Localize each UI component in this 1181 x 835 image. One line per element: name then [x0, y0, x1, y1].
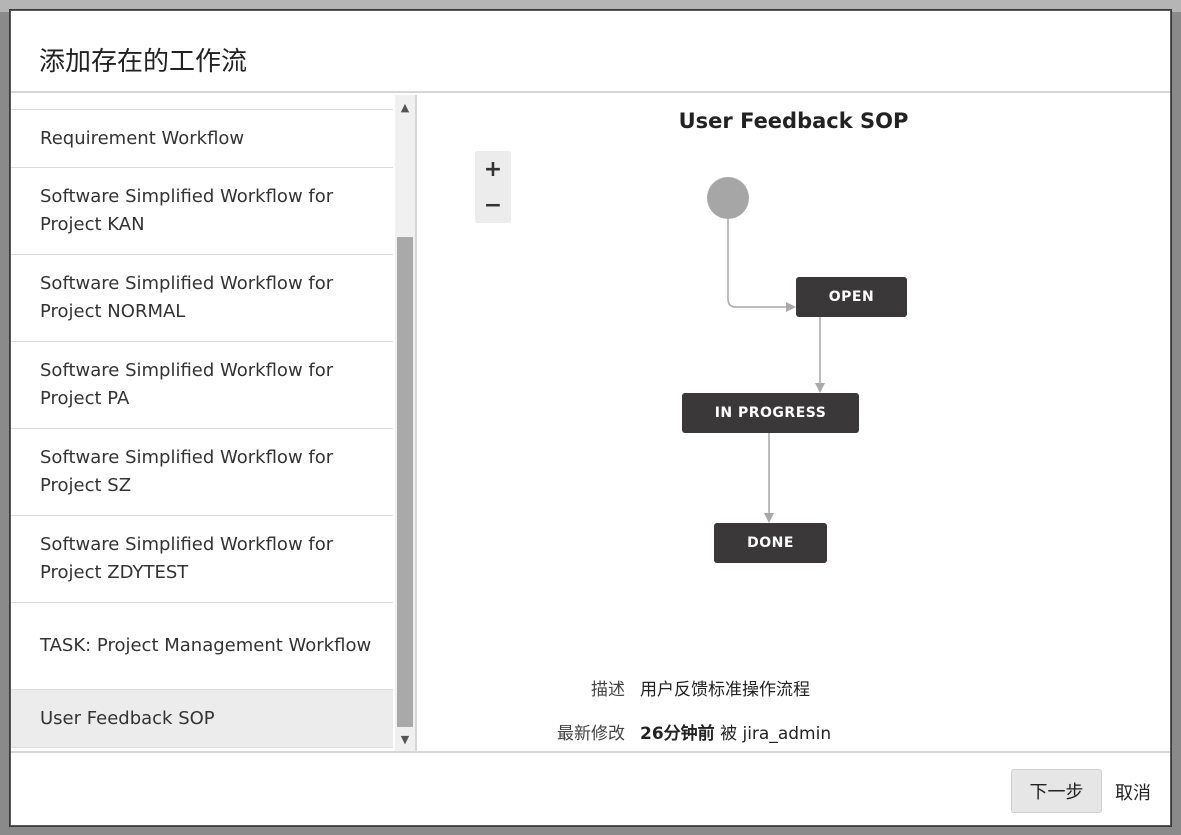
description-value: 用户反馈标准操作流程	[640, 680, 810, 700]
workflow-list-item-selected[interactable]: User Feedback SOP	[11, 690, 393, 748]
list-item-partial[interactable]	[11, 95, 393, 110]
status-done: DONE	[714, 523, 827, 563]
workflow-list-item-label: Software Simplified Workflow for Project…	[40, 360, 334, 409]
description-row: 描述 用户反馈标准操作流程	[417, 675, 1170, 701]
workflow-list-item-label: Requirement Workflow	[40, 127, 245, 149]
initial-node	[707, 177, 749, 219]
scroll-down-icon[interactable]: ▼	[395, 729, 415, 749]
add-existing-workflow-dialog: 添加存在的工作流 Requirement Workflow Software S…	[10, 10, 1171, 826]
list-scrollbar[interactable]: ▲ ▼	[395, 95, 415, 751]
modified-by-user: jira_admin	[742, 724, 832, 744]
workflow-list-item-label: User Feedback SOP	[40, 707, 215, 729]
workflow-list-item-label: Software Simplified Workflow for Project…	[40, 447, 334, 496]
transition-initial-to-open	[727, 219, 796, 312]
workflow-list-item[interactable]: Software Simplified Workflow for Project…	[11, 168, 393, 255]
workflow-list-item[interactable]: Software Simplified Workflow for Project…	[11, 516, 393, 603]
workflow-list-item[interactable]: Software Simplified Workflow for Project…	[11, 342, 393, 429]
scrollbar-thumb[interactable]	[397, 237, 413, 727]
description-label: 描述	[591, 680, 625, 700]
workflow-list-item[interactable]: Software Simplified Workflow for Project…	[11, 255, 393, 342]
dialog-title: 添加存在的工作流	[39, 47, 248, 77]
last-modified-value: 26分钟前 被 jira_admin	[640, 719, 831, 744]
modified-by-word: 被	[720, 724, 738, 744]
workflow-list-item-label: Software Simplified Workflow for Project…	[40, 273, 334, 322]
scroll-up-icon[interactable]: ▲	[395, 97, 415, 117]
next-button[interactable]: 下一步	[1011, 769, 1102, 813]
workflow-list-item[interactable]: Software Simplified Workflow for Project…	[11, 429, 393, 516]
workflow-list-item-label: TASK: Project Management Workflow	[40, 635, 372, 656]
last-modified-row: 最新修改 26分钟前 被 jira_admin	[417, 719, 1170, 745]
status-in-progress: IN PROGRESS	[682, 393, 859, 433]
workflow-list-panel: Requirement Workflow Software Simplified…	[11, 95, 417, 751]
last-modified-label: 最新修改	[557, 724, 625, 744]
workflow-list: Requirement Workflow Software Simplified…	[11, 95, 393, 748]
last-modified-time: 26分钟前	[640, 724, 715, 744]
workflow-list-item-label: Software Simplified Workflow for Project…	[40, 186, 334, 235]
cancel-link[interactable]: 取消	[1115, 779, 1151, 805]
workflow-list-item-label: Software Simplified Workflow for Project…	[40, 534, 334, 583]
status-open: OPEN	[796, 277, 907, 317]
workflow-preview-panel: User Feedback SOP + − OPEN IN PROGRESS D…	[417, 95, 1170, 751]
workflow-list-item[interactable]: Requirement Workflow	[11, 110, 393, 168]
workflow-list-item[interactable]: TASK: Project Management Workflow	[11, 603, 393, 690]
dialog-footer: 下一步 取消	[11, 751, 1170, 827]
dialog-header: 添加存在的工作流	[11, 11, 1170, 93]
